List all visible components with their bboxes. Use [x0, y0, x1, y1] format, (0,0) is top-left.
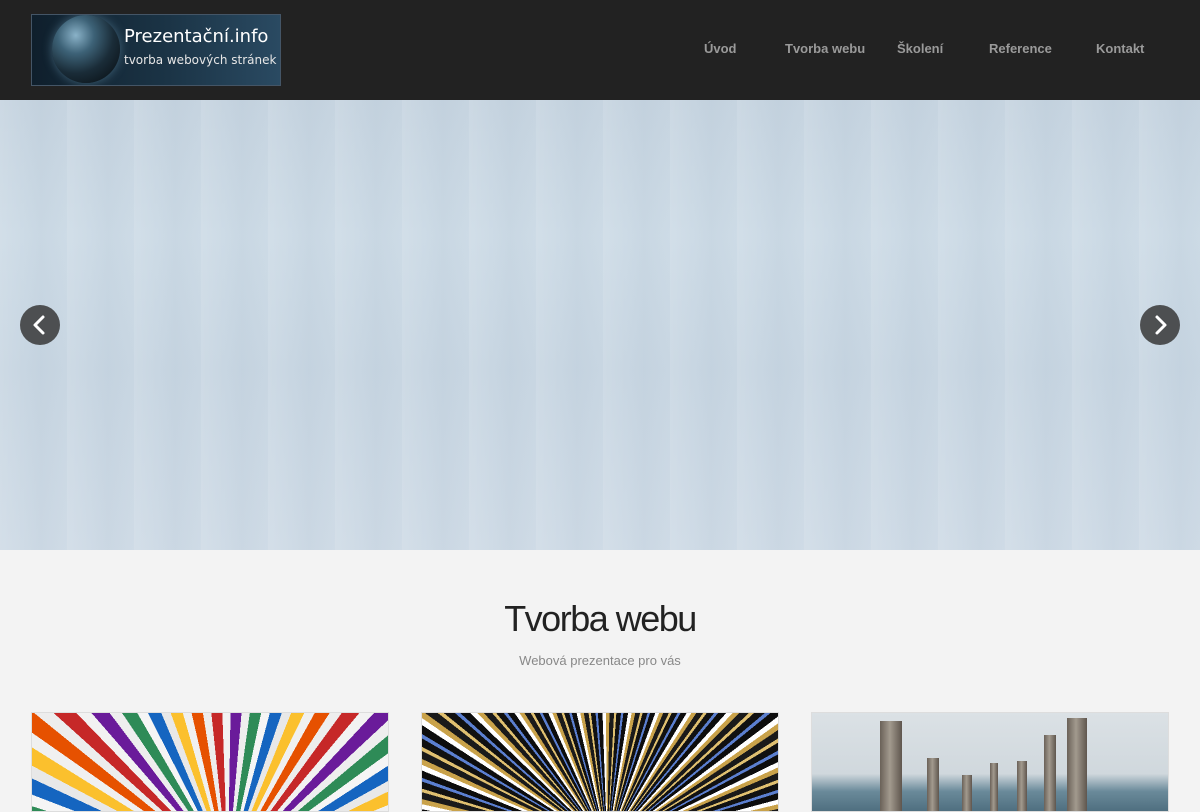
card-image-colored-pencils[interactable]: [31, 712, 389, 812]
card-image-light-streaks[interactable]: [421, 712, 779, 812]
wooden-post: [990, 763, 998, 811]
wooden-post: [962, 775, 972, 811]
site-header: Prezentační.info tvorba webových stránek…: [0, 0, 1200, 100]
site-logo[interactable]: Prezentační.info tvorba webových stránek: [31, 14, 281, 86]
section-subtitle: Webová prezentace pro vás: [519, 653, 681, 668]
section-title: Tvorba webu: [504, 598, 697, 639]
logo-title: Prezentační.info: [124, 26, 269, 47]
slider-next-button[interactable]: [1140, 305, 1180, 345]
nav-item-uvod[interactable]: Úvod: [704, 41, 737, 56]
hero-slider: [0, 100, 1200, 550]
wooden-post: [1017, 761, 1027, 811]
nav-item-skoleni[interactable]: Školení: [897, 41, 943, 56]
logo-orb-icon: [52, 15, 120, 83]
slider-prev-button[interactable]: [20, 305, 60, 345]
card-image-sea-posts[interactable]: [811, 712, 1169, 812]
chevron-left-icon: [33, 315, 45, 335]
wooden-post: [880, 721, 902, 811]
logo-subtitle: tvorba webových stránek: [124, 53, 277, 67]
nav-item-kontakt[interactable]: Kontakt: [1096, 41, 1144, 56]
wooden-post: [927, 758, 939, 811]
nav-item-tvorba-webu[interactable]: Tvorba webu: [785, 41, 865, 56]
chevron-right-icon: [1155, 315, 1167, 335]
nav-item-reference[interactable]: Reference: [989, 41, 1052, 56]
wooden-post: [1067, 718, 1087, 811]
wooden-post: [1044, 735, 1056, 811]
